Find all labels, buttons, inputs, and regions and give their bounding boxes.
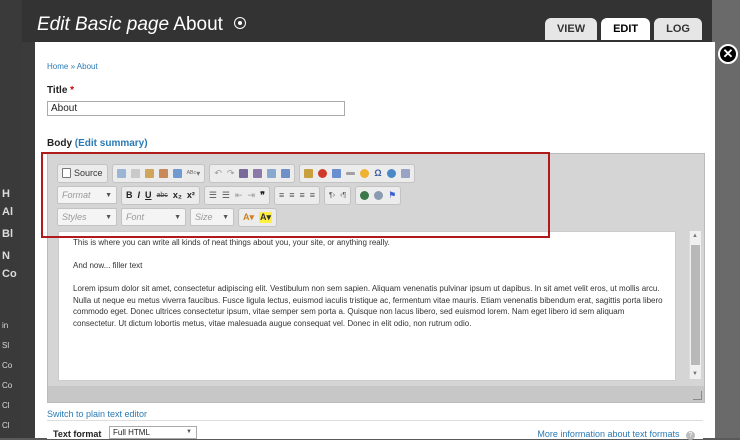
more-info-link[interactable]: More information about text formats ? [537,429,695,440]
modal-title: Edit Basic page About [37,14,247,36]
editor-content[interactable]: This is where you can write all kinds of… [58,231,676,381]
body-label-text: Body [47,138,72,149]
close-icon[interactable]: ✕ [718,44,738,64]
toolbar-highlight-frame [41,152,550,238]
background-right-strip [712,0,740,438]
shortcut-icon[interactable] [234,17,247,29]
switch-editor-link[interactable]: Switch to plain text editor [47,409,147,419]
scrollbar-thumb[interactable] [691,245,700,365]
scroll-down-icon[interactable]: ▼ [692,371,698,377]
tab-view[interactable]: VIEW [544,18,598,40]
bg-letter: Al [2,206,13,218]
scroll-up-icon[interactable]: ▲ [692,233,698,239]
help-icon: ? [686,431,695,440]
content-paragraph: And now... filler text [73,261,143,270]
resize-handle[interactable] [693,391,702,400]
modal-title-type: Edit Basic page [37,14,170,35]
tab-edit[interactable]: EDIT [601,18,651,40]
title-label: Title * [47,85,74,96]
bg-letter: Cl [2,401,10,410]
bg-letter: H [2,188,10,200]
bg-letter: Cl [2,421,10,430]
edit-summary-link[interactable]: (Edit summary) [75,138,148,149]
modal-body: Home » About Title * About Body (Edit su… [35,42,715,440]
body-label: Body (Edit summary) [47,138,148,149]
title-label-text: Title [47,85,68,96]
text-format-row: Text format Full HTML ▼ More information… [47,420,703,440]
title-input[interactable]: About [47,101,345,116]
modal-title-name: About [173,14,223,35]
background-left-strip: H Al Bl N Co in Sl Co Co Cl Cl [0,0,22,438]
editor-scrollbar[interactable]: ▲ ▼ [689,231,701,379]
editor-status-bar [48,386,704,402]
modal-tabs: VIEW EDIT LOG [544,18,702,40]
bg-letter: Co [2,381,13,390]
bg-letter: Co [2,268,17,280]
bg-letter: in [2,321,9,330]
content-paragraph: This is where you can write all kinds of… [73,238,390,247]
bg-letter: Co [2,361,13,370]
bg-letter: N [2,250,10,262]
text-format-value: Full HTML [113,428,150,437]
bg-letter: Bl [2,228,13,240]
chevron-down-icon: ▼ [186,429,192,435]
tab-log[interactable]: LOG [654,18,702,40]
text-format-select[interactable]: Full HTML ▼ [109,426,197,439]
breadcrumb[interactable]: Home » About [47,62,98,71]
bg-letter: Sl [2,341,10,350]
content-paragraph: Lorem ipsum dolor sit amet, consectetur … [73,284,663,328]
modal-header: Edit Basic page About VIEW EDIT LOG [22,0,712,42]
required-mark: * [70,85,75,96]
